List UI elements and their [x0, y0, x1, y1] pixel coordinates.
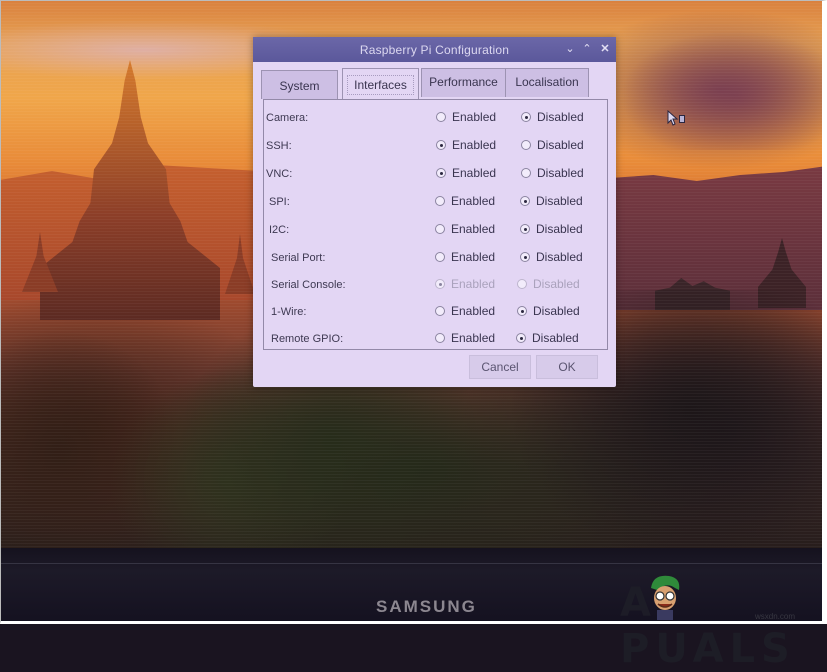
radio-label: Enabled [452, 110, 497, 124]
radio-label: Disabled [533, 277, 580, 291]
radio-selected-icon [435, 279, 445, 289]
interface-row: SSH: Enabled Disabled [264, 132, 607, 159]
radio-disabled[interactable]: Disabled [517, 302, 580, 320]
interface-row: I2C: Enabled Disabled [264, 216, 607, 243]
interface-row: Remote GPIO: Enabled Disabled [264, 325, 607, 352]
radio-disabled[interactable]: Disabled [521, 108, 584, 126]
radio-enabled[interactable]: Enabled [436, 108, 496, 126]
radio-unselected-icon [435, 252, 445, 262]
raspberry-pi-configuration-dialog: Raspberry Pi Configuration ⌄ ⌃ ✕ System … [253, 37, 616, 387]
watermark-url: wsxdn.com [755, 612, 796, 621]
interfaces-panel: Camera: Enabled Disabled SSH: Enabled Disable… [263, 99, 608, 350]
radio-selected-icon [436, 168, 446, 178]
tab-label: Localisation [515, 75, 579, 89]
radio-label: Enabled [451, 222, 496, 236]
tab-localisation[interactable]: Localisation [505, 68, 589, 97]
tab-performance[interactable]: Performance [421, 68, 506, 97]
interface-label: 1-Wire: [271, 306, 307, 318]
tab-interfaces[interactable]: Interfaces [342, 68, 419, 100]
radio-label: Enabled [452, 138, 497, 152]
radio-selected-icon [520, 196, 530, 206]
interface-row: SPI: Enabled Disabled [264, 188, 607, 215]
radio-selected-icon [436, 140, 446, 150]
cancel-button[interactable]: Cancel [469, 355, 531, 379]
tab-label: Interfaces [347, 75, 414, 95]
interface-row: VNC: Enabled Disabled [264, 160, 607, 187]
radio-unselected-icon [435, 224, 445, 234]
mouse-cursor-icon [667, 110, 685, 126]
interface-label: I2C: [269, 224, 290, 236]
radio-unselected-icon [521, 140, 531, 150]
radio-disabled[interactable]: Disabled [516, 329, 579, 347]
tab-system[interactable]: System [261, 70, 338, 99]
radio-selected-icon [520, 252, 530, 262]
close-icon[interactable]: ✕ [598, 41, 612, 57]
radio-disabled[interactable]: Disabled [520, 248, 583, 266]
radio-enabled: Enabled [435, 275, 495, 293]
cloud [620, 30, 827, 150]
interface-label: VNC: [266, 168, 293, 180]
tab-label: Performance [429, 75, 498, 89]
interface-row: 1-Wire: Enabled Disabled [264, 298, 607, 325]
radio-unselected-icon [436, 112, 446, 122]
radio-selected-icon [521, 112, 531, 122]
radio-disabled[interactable]: Disabled [521, 164, 584, 182]
radio-disabled[interactable]: Disabled [521, 136, 584, 154]
radio-enabled[interactable]: Enabled [435, 329, 495, 347]
radio-disabled[interactable]: Disabled [520, 192, 583, 210]
radio-label: Disabled [537, 166, 584, 180]
interface-label: SSH: [266, 140, 292, 152]
mascot-icon [651, 575, 680, 620]
radio-label: Disabled [536, 250, 583, 264]
radio-enabled[interactable]: Enabled [435, 220, 495, 238]
radio-label: Disabled [533, 304, 580, 318]
radio-unselected-icon [435, 306, 445, 316]
radio-label: Disabled [537, 138, 584, 152]
radio-label: Disabled [532, 331, 579, 345]
interface-label: SPI: [269, 196, 290, 208]
radio-unselected-icon [521, 168, 531, 178]
interface-row: Camera: Enabled Disabled [264, 104, 607, 131]
interface-row: Serial Port: Enabled Disabled [264, 244, 607, 271]
radio-label: Disabled [537, 110, 584, 124]
tab-label: System [279, 79, 320, 93]
radio-unselected-icon [435, 196, 445, 206]
interface-label: Serial Console: [271, 279, 346, 291]
maximize-icon[interactable]: ⌃ [580, 41, 594, 57]
radio-disabled: Disabled [517, 275, 580, 293]
radio-unselected-icon [435, 333, 445, 343]
radio-label: Disabled [536, 194, 583, 208]
monitor-brand-logo: SAMSUNG [376, 597, 477, 616]
interface-row: Serial Console: Enabled Disabled [264, 271, 607, 298]
interface-label: Remote GPIO: [271, 333, 344, 345]
ok-button[interactable]: OK [536, 355, 598, 379]
radio-enabled[interactable]: Enabled [435, 248, 495, 266]
bezel-edge [0, 563, 827, 564]
tab-bar: System Interfaces Performance Localisati… [259, 68, 609, 100]
radio-disabled[interactable]: Disabled [520, 220, 583, 238]
interface-label: Serial Port: [271, 252, 326, 264]
radio-enabled[interactable]: Enabled [436, 164, 496, 182]
interface-label: Camera: [266, 112, 309, 124]
radio-enabled[interactable]: Enabled [436, 136, 496, 154]
title-bar[interactable]: Raspberry Pi Configuration ⌄ ⌃ ✕ [253, 37, 616, 62]
radio-label: Disabled [536, 222, 583, 236]
radio-selected-icon [516, 333, 526, 343]
radio-label: Enabled [451, 194, 496, 208]
radio-label: Enabled [451, 304, 496, 318]
radio-selected-icon [520, 224, 530, 234]
radio-label: Enabled [452, 166, 497, 180]
radio-selected-icon [517, 306, 527, 316]
radio-label: Enabled [451, 277, 496, 291]
radio-label: Enabled [451, 250, 496, 264]
radio-label: Enabled [451, 331, 496, 345]
radio-enabled[interactable]: Enabled [435, 192, 495, 210]
radio-unselected-icon [517, 279, 527, 289]
radio-enabled[interactable]: Enabled [435, 302, 495, 320]
window-title: Raspberry Pi Configuration [359, 43, 510, 57]
minimize-icon[interactable]: ⌄ [563, 41, 577, 57]
